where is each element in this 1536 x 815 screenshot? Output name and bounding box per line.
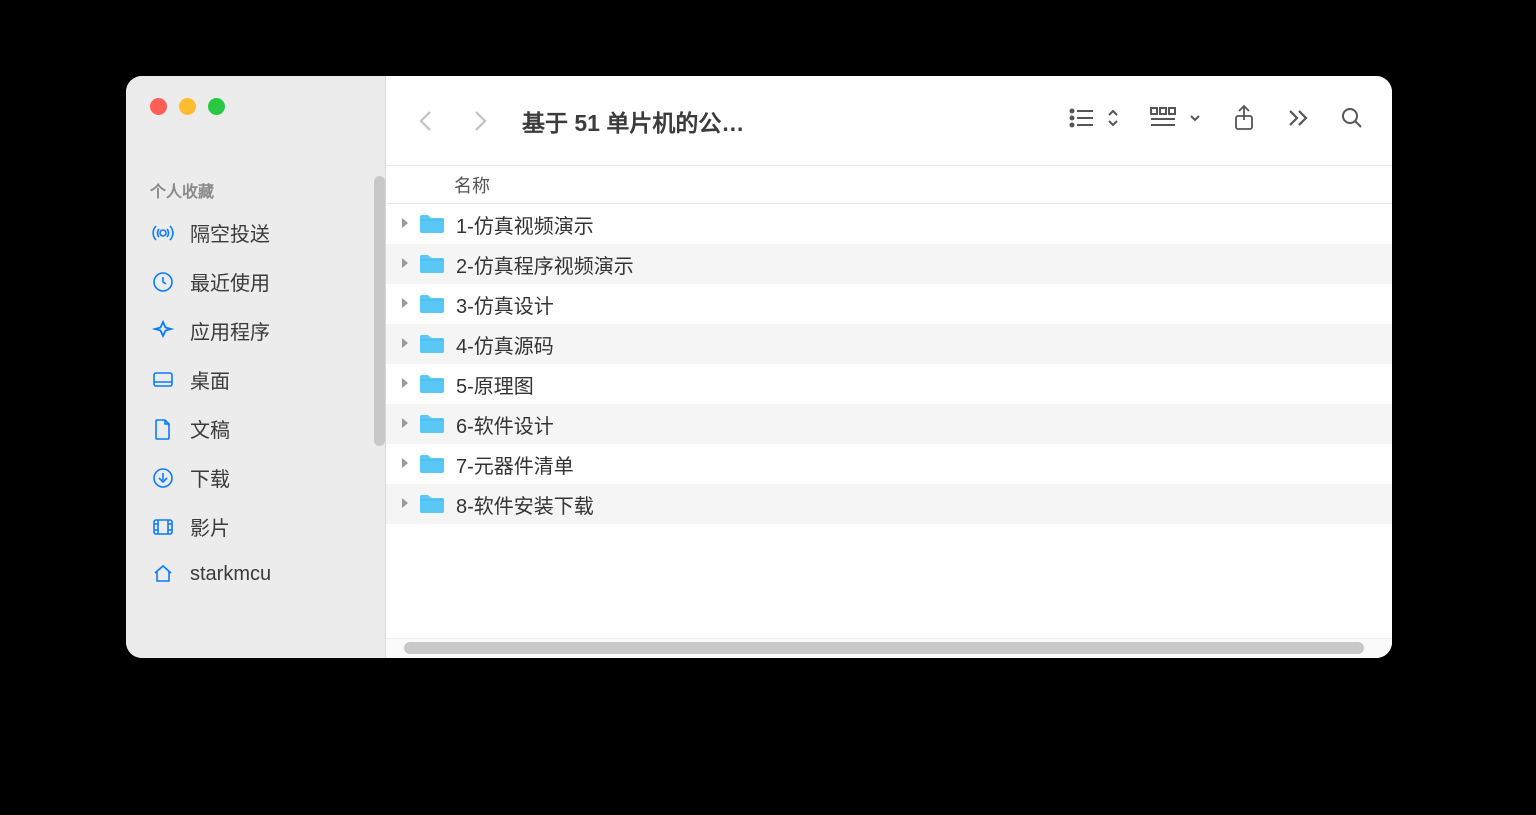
- window-controls: [126, 76, 385, 166]
- group-by-button[interactable]: [1140, 107, 1212, 134]
- disclosure-triangle-icon[interactable]: [396, 376, 414, 392]
- horizontal-scrollbar-track[interactable]: [386, 638, 1392, 658]
- forward-button[interactable]: [458, 99, 502, 143]
- sidebar-item-label: 应用程序: [190, 316, 270, 345]
- back-button[interactable]: [404, 99, 448, 143]
- sidebar-item-recents[interactable]: 最近使用: [126, 257, 385, 306]
- sidebar-item-movies[interactable]: 影片: [126, 502, 385, 551]
- close-window-button[interactable]: [150, 98, 167, 115]
- sidebar-item-label: 下载: [190, 463, 230, 492]
- file-name: 3-仿真设计: [456, 290, 554, 319]
- folder-icon: [418, 213, 446, 235]
- file-name: 6-软件设计: [456, 410, 554, 439]
- sidebar-item-downloads[interactable]: 下载: [126, 453, 385, 502]
- desktop-icon: [150, 367, 176, 393]
- chevrons-right-icon: [1286, 108, 1310, 133]
- file-name: 8-软件安装下载: [456, 490, 594, 519]
- search-button[interactable]: [1330, 99, 1374, 143]
- more-button[interactable]: [1276, 99, 1320, 143]
- disclosure-triangle-icon[interactable]: [396, 456, 414, 472]
- folder-icon: [418, 453, 446, 475]
- toolbar: 基于 51 单片机的公…: [386, 76, 1392, 166]
- main-pane: 基于 51 单片机的公…: [386, 76, 1392, 658]
- view-mode-button[interactable]: [1058, 107, 1130, 134]
- folder-icon: [418, 333, 446, 355]
- file-row[interactable]: 5-原理图: [386, 364, 1392, 404]
- search-icon: [1340, 106, 1364, 135]
- file-row[interactable]: 2-仿真程序视频演示: [386, 244, 1392, 284]
- sidebar-item-documents[interactable]: 文稿: [126, 404, 385, 453]
- sidebar-item-label: 桌面: [190, 365, 230, 394]
- window-title: 基于 51 单片机的公…: [512, 104, 754, 138]
- sidebar-item-applications[interactable]: 应用程序: [126, 306, 385, 355]
- file-row[interactable]: 3-仿真设计: [386, 284, 1392, 324]
- chevron-down-icon: [1188, 111, 1202, 130]
- folder-icon: [418, 293, 446, 315]
- disclosure-triangle-icon[interactable]: [396, 496, 414, 512]
- file-name: 4-仿真源码: [456, 330, 554, 359]
- disclosure-triangle-icon[interactable]: [396, 416, 414, 432]
- file-name: 7-元器件清单: [456, 450, 574, 479]
- sidebar-item-label: 影片: [190, 512, 230, 541]
- sidebar-item-label: 隔空投送: [190, 218, 270, 247]
- sidebar-scrollbar[interactable]: [374, 176, 385, 446]
- share-icon: [1232, 104, 1256, 137]
- file-row[interactable]: 7-元器件清单: [386, 444, 1392, 484]
- file-row[interactable]: 4-仿真源码: [386, 324, 1392, 364]
- minimize-window-button[interactable]: [179, 98, 196, 115]
- sidebar-section-favorites: 个人收藏: [126, 166, 385, 208]
- sidebar-item-airdrop[interactable]: 隔空投送: [126, 208, 385, 257]
- horizontal-scrollbar-thumb[interactable]: [404, 642, 1364, 654]
- folder-icon: [418, 413, 446, 435]
- file-name: 2-仿真程序视频演示: [456, 250, 634, 279]
- column-header-row[interactable]: 名称: [386, 166, 1392, 204]
- home-icon: [150, 561, 176, 587]
- folder-icon: [418, 373, 446, 395]
- sidebar-item-home[interactable]: starkmcu: [126, 551, 385, 597]
- sidebar-item-label: starkmcu: [190, 563, 271, 586]
- clock-icon: [150, 269, 176, 295]
- applications-icon: [150, 318, 176, 344]
- column-header-name: 名称: [454, 172, 490, 198]
- share-button[interactable]: [1222, 99, 1266, 143]
- grid-group-icon: [1150, 107, 1180, 134]
- file-list: 1-仿真视频演示 2-仿真程序视频演示 3-仿真设计: [386, 204, 1392, 638]
- list-view-icon: [1068, 107, 1096, 134]
- document-icon: [150, 416, 176, 442]
- sidebar-item-label: 文稿: [190, 414, 230, 443]
- file-name: 5-原理图: [456, 370, 534, 399]
- film-icon: [150, 514, 176, 540]
- sidebar: 个人收藏 隔空投送 最近使用 应用程序: [126, 76, 386, 658]
- folder-icon: [418, 493, 446, 515]
- sidebar-item-desktop[interactable]: 桌面: [126, 355, 385, 404]
- disclosure-triangle-icon[interactable]: [396, 296, 414, 312]
- disclosure-triangle-icon[interactable]: [396, 336, 414, 352]
- up-down-chevron-icon: [1106, 107, 1120, 134]
- disclosure-triangle-icon[interactable]: [396, 216, 414, 232]
- disclosure-triangle-icon[interactable]: [396, 256, 414, 272]
- file-name: 1-仿真视频演示: [456, 210, 594, 239]
- folder-icon: [418, 253, 446, 275]
- sidebar-item-label: 最近使用: [190, 267, 270, 296]
- fullscreen-window-button[interactable]: [208, 98, 225, 115]
- download-icon: [150, 465, 176, 491]
- file-row[interactable]: 1-仿真视频演示: [386, 204, 1392, 244]
- finder-window: 个人收藏 隔空投送 最近使用 应用程序: [126, 76, 1392, 658]
- file-row[interactable]: 8-软件安装下载: [386, 484, 1392, 524]
- file-row[interactable]: 6-软件设计: [386, 404, 1392, 444]
- airdrop-icon: [150, 220, 176, 246]
